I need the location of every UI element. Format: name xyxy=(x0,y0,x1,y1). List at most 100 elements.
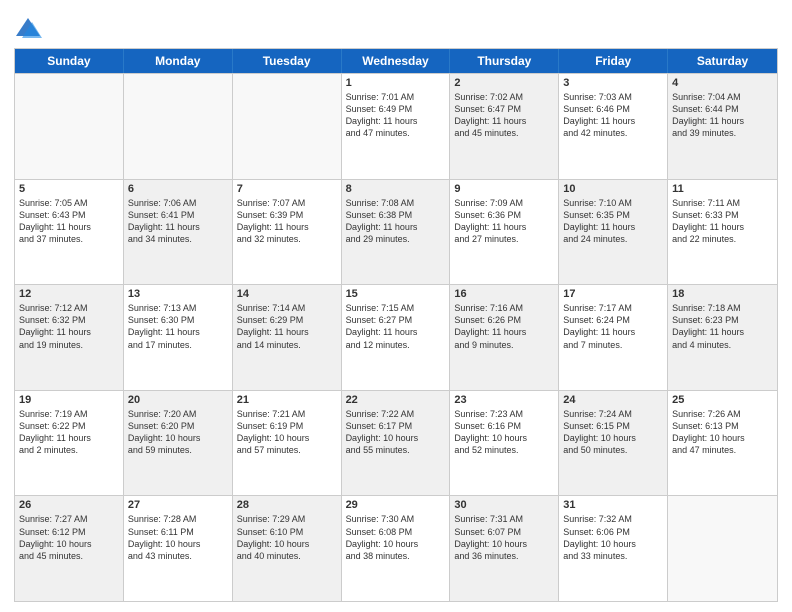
calendar-cell: 5 Sunrise: 7:05 AMSunset: 6:43 PMDaylight… xyxy=(15,180,124,285)
cell-info: Sunrise: 7:31 AMSunset: 6:07 PMDaylight:… xyxy=(454,513,554,562)
cell-info: Sunrise: 7:18 AMSunset: 6:23 PMDaylight:… xyxy=(672,302,773,351)
calendar-cell: 20 Sunrise: 7:20 AMSunset: 6:20 PMDayligh… xyxy=(124,391,233,496)
day-number: 31 xyxy=(563,499,663,511)
calendar-cell xyxy=(124,74,233,179)
day-number: 21 xyxy=(237,394,337,406)
calendar-cell: 4Sunrise: 7:04 AMSunset: 6:44 PMDaylight… xyxy=(668,74,777,179)
calendar-cell: 14 Sunrise: 7:14 AMSunset: 6:29 PMDayligh… xyxy=(233,285,342,390)
day-number: 9 xyxy=(454,183,554,195)
day-number: 1 xyxy=(346,77,446,89)
header-day-tuesday: Tuesday xyxy=(233,49,342,73)
day-number: 18 xyxy=(672,288,773,300)
cell-info: Sunrise: 7:09 AMSunset: 6:36 PMDaylight:… xyxy=(454,197,554,246)
header xyxy=(14,10,778,42)
day-number: 16 xyxy=(454,288,554,300)
calendar-cell: 9 Sunrise: 7:09 AMSunset: 6:36 PMDaylight… xyxy=(450,180,559,285)
calendar-cell: 1 Sunrise: 7:01 AMSunset: 6:49 PMDaylight… xyxy=(342,74,451,179)
day-number: 2 xyxy=(454,77,554,89)
calendar-cell: 25 Sunrise: 7:26 AMSunset: 6:13 PMDayligh… xyxy=(668,391,777,496)
calendar-cell: 28 Sunrise: 7:29 AMSunset: 6:10 PMDayligh… xyxy=(233,496,342,601)
calendar-cell: 16 Sunrise: 7:16 AMSunset: 6:26 PMDayligh… xyxy=(450,285,559,390)
calendar-cell: 22 Sunrise: 7:22 AMSunset: 6:17 PMDayligh… xyxy=(342,391,451,496)
header-day-thursday: Thursday xyxy=(450,49,559,73)
calendar: SundayMondayTuesdayWednesdayThursdayFrid… xyxy=(14,48,778,602)
calendar-cell: 7 Sunrise: 7:07 AMSunset: 6:39 PMDaylight… xyxy=(233,180,342,285)
calendar-cell: 18 Sunrise: 7:18 AMSunset: 6:23 PMDayligh… xyxy=(668,285,777,390)
day-number: 27 xyxy=(128,499,228,511)
cell-info: Sunrise: 7:05 AMSunset: 6:43 PMDaylight:… xyxy=(19,197,119,246)
calendar-cell xyxy=(233,74,342,179)
day-number: 13 xyxy=(128,288,228,300)
calendar-cell: 27 Sunrise: 7:28 AMSunset: 6:11 PMDayligh… xyxy=(124,496,233,601)
day-number: 14 xyxy=(237,288,337,300)
calendar-row-1: 5 Sunrise: 7:05 AMSunset: 6:43 PMDaylight… xyxy=(15,179,777,285)
calendar-body: 1 Sunrise: 7:01 AMSunset: 6:49 PMDaylight… xyxy=(15,73,777,601)
day-number: 3 xyxy=(563,77,663,89)
day-number: 23 xyxy=(454,394,554,406)
calendar-cell xyxy=(15,74,124,179)
calendar-cell: 15 Sunrise: 7:15 AMSunset: 6:27 PMDayligh… xyxy=(342,285,451,390)
cell-info: Sunrise: 7:15 AMSunset: 6:27 PMDaylight:… xyxy=(346,302,446,351)
calendar-cell: 6 Sunrise: 7:06 AMSunset: 6:41 PMDaylight… xyxy=(124,180,233,285)
page: SundayMondayTuesdayWednesdayThursdayFrid… xyxy=(0,0,792,612)
day-number: 6 xyxy=(128,183,228,195)
logo-icon xyxy=(14,14,42,42)
day-number: 29 xyxy=(346,499,446,511)
cell-info: Sunrise: 7:22 AMSunset: 6:17 PMDaylight:… xyxy=(346,408,446,457)
cell-info: Sunrise: 7:06 AMSunset: 6:41 PMDaylight:… xyxy=(128,197,228,246)
day-number: 11 xyxy=(672,183,773,195)
calendar-header-row: SundayMondayTuesdayWednesdayThursdayFrid… xyxy=(15,49,777,73)
day-number: 24 xyxy=(563,394,663,406)
cell-info: Sunrise: 7:11 AMSunset: 6:33 PMDaylight:… xyxy=(672,197,773,246)
cell-info: Sunrise: 7:14 AMSunset: 6:29 PMDaylight:… xyxy=(237,302,337,351)
header-day-wednesday: Wednesday xyxy=(342,49,451,73)
calendar-cell: 19 Sunrise: 7:19 AMSunset: 6:22 PMDayligh… xyxy=(15,391,124,496)
day-number: 10 xyxy=(563,183,663,195)
day-number: 22 xyxy=(346,394,446,406)
calendar-cell: 12 Sunrise: 7:12 AMSunset: 6:32 PMDayligh… xyxy=(15,285,124,390)
header-day-sunday: Sunday xyxy=(15,49,124,73)
cell-info: Sunrise: 7:28 AMSunset: 6:11 PMDaylight:… xyxy=(128,513,228,562)
cell-info: Sunrise: 7:26 AMSunset: 6:13 PMDaylight:… xyxy=(672,408,773,457)
cell-info: Sunrise: 7:32 AMSunset: 6:06 PMDaylight:… xyxy=(563,513,663,562)
day-number: 12 xyxy=(19,288,119,300)
cell-info: Sunrise: 7:10 AMSunset: 6:35 PMDaylight:… xyxy=(563,197,663,246)
cell-info: Sunrise: 7:16 AMSunset: 6:26 PMDaylight:… xyxy=(454,302,554,351)
cell-info: Sunrise: 7:30 AMSunset: 6:08 PMDaylight:… xyxy=(346,513,446,562)
calendar-cell: 21Sunrise: 7:21 AMSunset: 6:19 PMDayligh… xyxy=(233,391,342,496)
day-number: 7 xyxy=(237,183,337,195)
cell-info: Sunrise: 7:12 AMSunset: 6:32 PMDaylight:… xyxy=(19,302,119,351)
cell-info: Sunrise: 7:29 AMSunset: 6:10 PMDaylight:… xyxy=(237,513,337,562)
calendar-cell: 23 Sunrise: 7:23 AMSunset: 6:16 PMDayligh… xyxy=(450,391,559,496)
calendar-cell: 3 Sunrise: 7:03 AMSunset: 6:46 PMDaylight… xyxy=(559,74,668,179)
day-number: 20 xyxy=(128,394,228,406)
day-number: 30 xyxy=(454,499,554,511)
calendar-cell: 17 Sunrise: 7:17 AMSunset: 6:24 PMDayligh… xyxy=(559,285,668,390)
day-number: 5 xyxy=(19,183,119,195)
calendar-cell: 24Sunrise: 7:24 AMSunset: 6:15 PMDayligh… xyxy=(559,391,668,496)
cell-info: Sunrise: 7:01 AMSunset: 6:49 PMDaylight:… xyxy=(346,91,446,140)
header-day-friday: Friday xyxy=(559,49,668,73)
cell-info: Sunrise: 7:17 AMSunset: 6:24 PMDaylight:… xyxy=(563,302,663,351)
calendar-cell: 26Sunrise: 7:27 AMSunset: 6:12 PMDayligh… xyxy=(15,496,124,601)
cell-info: Sunrise: 7:19 AMSunset: 6:22 PMDaylight:… xyxy=(19,408,119,457)
cell-info: Sunrise: 7:13 AMSunset: 6:30 PMDaylight:… xyxy=(128,302,228,351)
cell-info: Sunrise: 7:03 AMSunset: 6:46 PMDaylight:… xyxy=(563,91,663,140)
calendar-cell xyxy=(668,496,777,601)
calendar-cell: 31 Sunrise: 7:32 AMSunset: 6:06 PMDayligh… xyxy=(559,496,668,601)
day-number: 17 xyxy=(563,288,663,300)
day-number: 25 xyxy=(672,394,773,406)
day-number: 19 xyxy=(19,394,119,406)
cell-info: Sunrise: 7:23 AMSunset: 6:16 PMDaylight:… xyxy=(454,408,554,457)
logo xyxy=(14,14,44,42)
day-number: 15 xyxy=(346,288,446,300)
calendar-cell: 29 Sunrise: 7:30 AMSunset: 6:08 PMDayligh… xyxy=(342,496,451,601)
cell-info: Sunrise: 7:02 AMSunset: 6:47 PMDaylight:… xyxy=(454,91,554,140)
day-number: 28 xyxy=(237,499,337,511)
cell-info: Sunrise: 7:08 AMSunset: 6:38 PMDaylight:… xyxy=(346,197,446,246)
cell-info: Sunrise: 7:07 AMSunset: 6:39 PMDaylight:… xyxy=(237,197,337,246)
cell-info: Sunrise: 7:20 AMSunset: 6:20 PMDaylight:… xyxy=(128,408,228,457)
day-number: 4 xyxy=(672,77,773,89)
calendar-cell: 30 Sunrise: 7:31 AMSunset: 6:07 PMDayligh… xyxy=(450,496,559,601)
cell-info: Sunrise: 7:27 AMSunset: 6:12 PMDaylight:… xyxy=(19,513,119,562)
